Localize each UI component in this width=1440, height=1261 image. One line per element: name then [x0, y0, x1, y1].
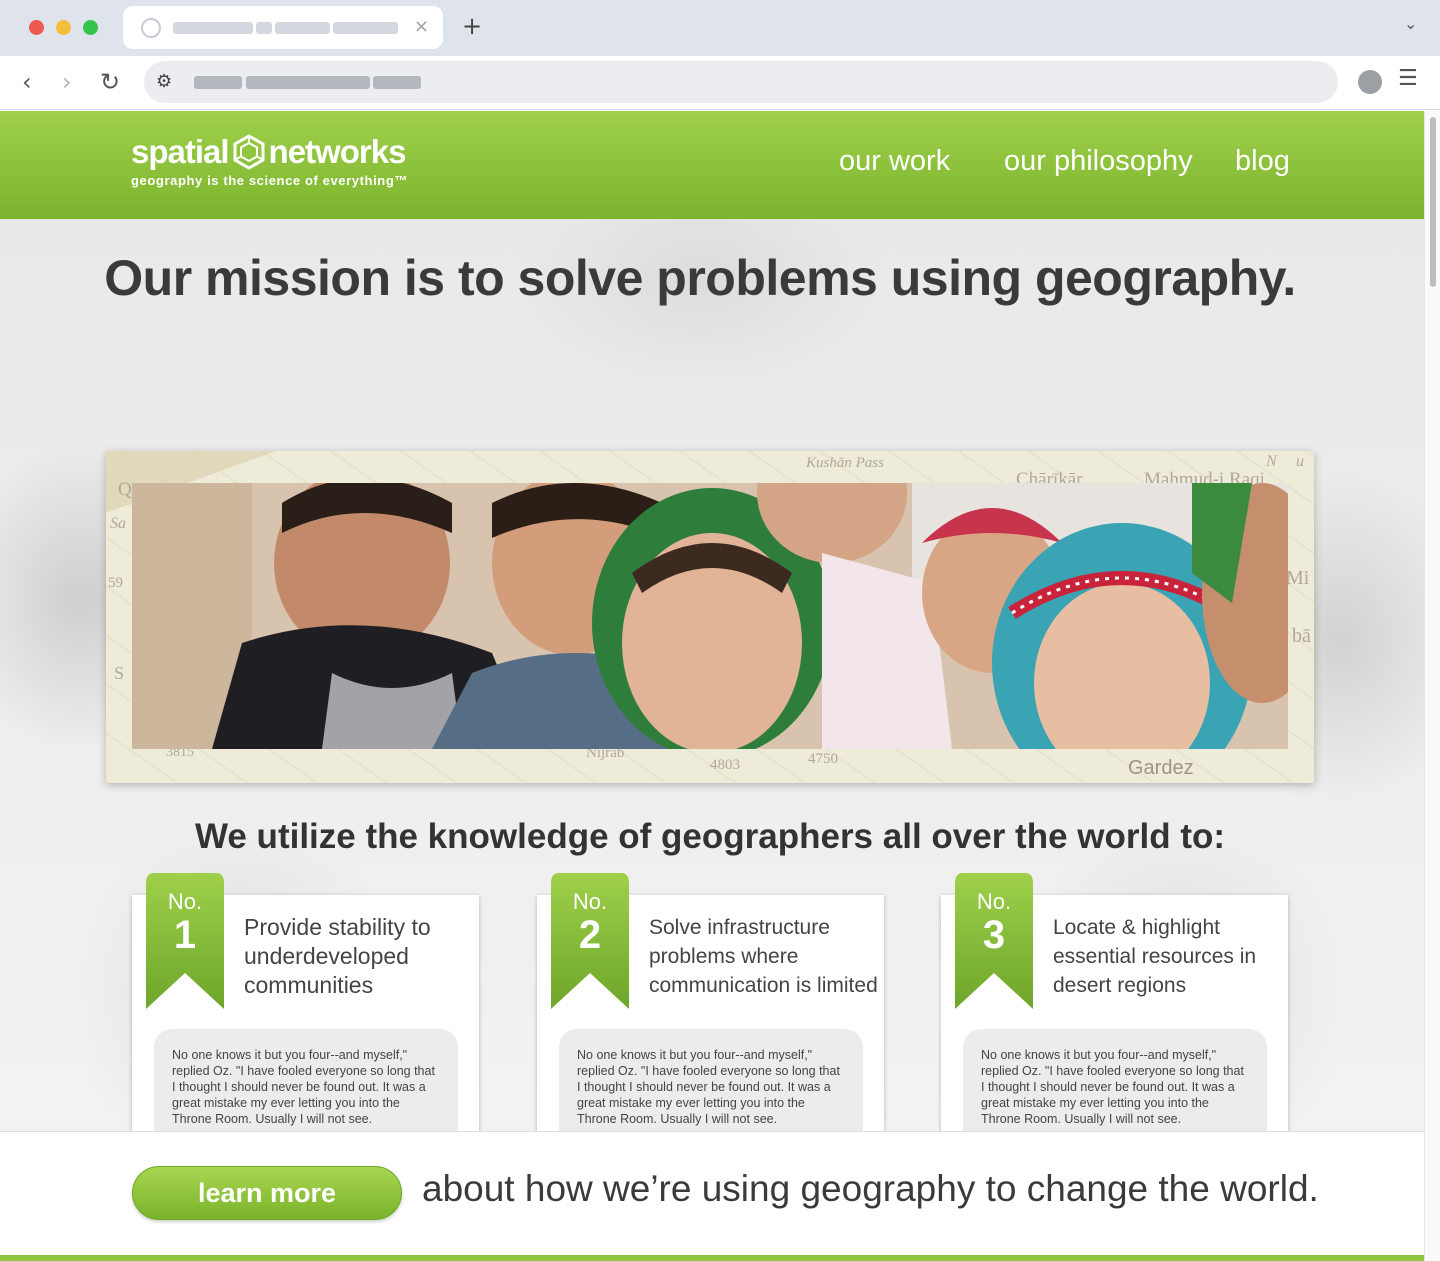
map-label: 4803: [710, 757, 740, 773]
ribbon-badge: No. 2: [551, 873, 629, 1009]
ribbon-badge: No. 1: [146, 873, 224, 1009]
hero-section: Our mission is to solve problems using g…: [0, 219, 1424, 1173]
tab-title-placeholder: [256, 22, 272, 34]
url-placeholder: [373, 76, 421, 89]
ribbon-no-label: No.: [167, 889, 203, 914]
browser-toolbar: ‹ › ↻ ⚙ ☰: [0, 56, 1440, 110]
logo-word-networks: networks: [268, 133, 407, 170]
close-tab-icon[interactable]: ×: [414, 16, 429, 37]
maximize-window-button[interactable]: [83, 20, 98, 35]
ribbon-number: 2: [578, 913, 602, 957]
map-label: Q: [118, 479, 132, 500]
mission-heading: Our mission is to solve problems using g…: [104, 250, 1296, 306]
site-settings-icon[interactable]: ⚙: [156, 71, 172, 92]
map-label: Mi: [1286, 567, 1310, 589]
learn-more-button[interactable]: learn more: [132, 1166, 402, 1220]
map-label: u: [1296, 453, 1304, 470]
ribbon-badge: No. 3: [955, 873, 1033, 1009]
back-arrow-icon[interactable]: ‹: [22, 68, 32, 96]
footer-divider: [0, 1255, 1424, 1261]
page-viewport: spatial networks geography is the scienc…: [0, 111, 1424, 1261]
minimize-window-button[interactable]: [56, 20, 71, 35]
tab-title-placeholder: [333, 22, 398, 34]
loading-icon: [141, 18, 161, 38]
map-label: Kushān Pass: [806, 455, 884, 471]
utilize-heading: We utilize the knowledge of geographers …: [194, 817, 1226, 856]
profile-avatar[interactable]: [1358, 70, 1382, 94]
hexagon-logo-icon: [233, 134, 265, 170]
map-label: bā: [1292, 625, 1311, 647]
tab-title-placeholder: [173, 22, 253, 34]
card-title: Solve infrastructure problems where comm…: [649, 916, 878, 997]
children-photo-illustration: [132, 483, 1288, 749]
card-title: Locate & highlight essential resources i…: [1053, 916, 1257, 997]
new-tab-button[interactable]: +: [462, 12, 482, 40]
card-title: Provide stability to underdeveloped comm…: [244, 914, 431, 998]
nav-link-blog[interactable]: blog: [1235, 145, 1290, 178]
logo-word-spatial: spatial: [131, 133, 230, 170]
scrollbar-thumb[interactable]: [1430, 117, 1436, 287]
page-scrollbar[interactable]: [1424, 111, 1440, 1261]
reload-icon[interactable]: ↻: [100, 68, 120, 96]
site-logo[interactable]: spatial networks geography is the scienc…: [131, 133, 408, 188]
tab-title-placeholder: [275, 22, 330, 34]
map-label: 59: [108, 575, 123, 591]
ribbon-number: 3: [982, 913, 1006, 957]
url-placeholder: [246, 76, 370, 89]
cta-text: about how we’re using geography to chang…: [422, 1168, 1319, 1209]
logo-tagline: geography is the science of everything™: [131, 173, 408, 188]
site-header: spatial networks geography is the scienc…: [0, 111, 1424, 219]
address-bar[interactable]: ⚙: [144, 61, 1338, 103]
close-window-button[interactable]: [29, 20, 44, 35]
browser-tab[interactable]: ×: [123, 6, 443, 49]
tab-list-chevron-icon[interactable]: ⌄: [1404, 14, 1417, 33]
map-label: 4750: [808, 751, 838, 767]
ribbon-no-label: No.: [572, 889, 608, 914]
url-placeholder: [194, 76, 242, 89]
map-label: N: [1266, 453, 1277, 470]
map-label: S: [114, 663, 125, 683]
map-label: Sa: [110, 515, 126, 532]
cta-section: learn more about how we’re using geograp…: [0, 1131, 1424, 1261]
nav-link-our-philosophy[interactable]: our philosophy: [1004, 145, 1193, 178]
ribbon-number: 1: [173, 913, 197, 957]
browser-tab-bar: × + ⌄: [0, 0, 1440, 56]
forward-arrow-icon[interactable]: ›: [62, 68, 72, 96]
nav-link-our-work[interactable]: our work: [839, 145, 950, 178]
browser-menu-icon[interactable]: ☰: [1398, 66, 1418, 91]
map-photo-frame: Kushān Pass Chārīkār Mahmud-i Raqi Garde…: [106, 451, 1314, 783]
map-label: Gardez: [1128, 757, 1194, 779]
children-photo: [132, 483, 1288, 749]
ribbon-no-label: No.: [976, 889, 1012, 914]
